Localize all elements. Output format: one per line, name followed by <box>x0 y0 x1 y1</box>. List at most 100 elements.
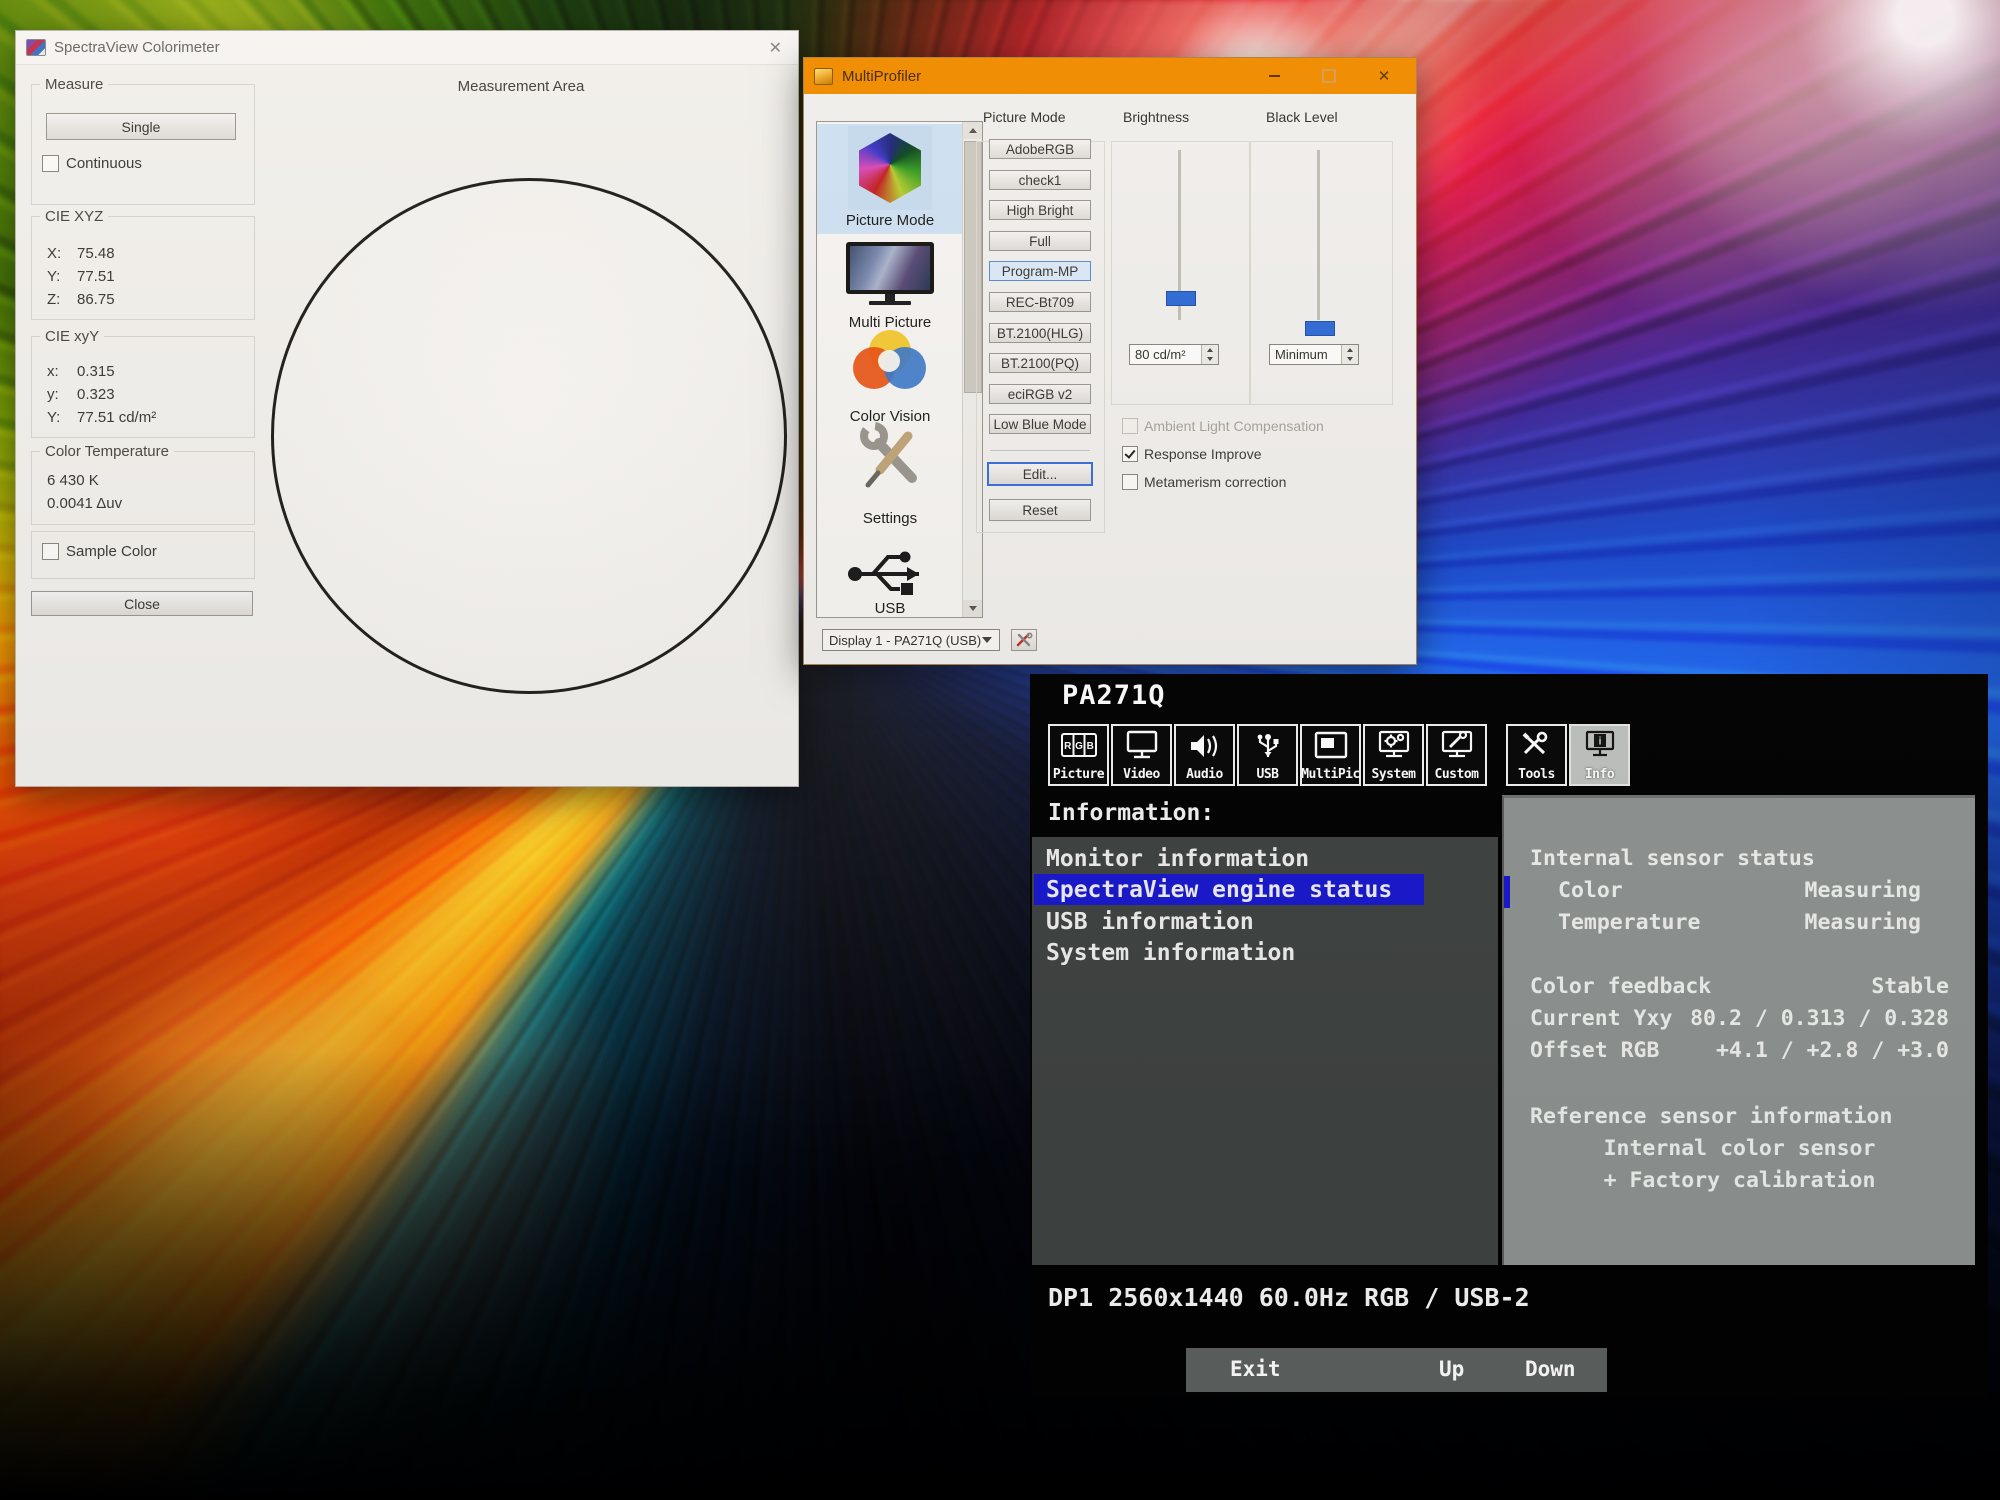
osd-menu-item-usb-info: USB information <box>1046 909 1254 935</box>
spin-up-icon[interactable] <box>1202 345 1218 355</box>
osd-tab-label: Audio <box>1186 767 1223 782</box>
ambient-light-label: Ambient Light Compensation <box>1144 418 1324 434</box>
info-i-glyph: i <box>1598 736 1601 748</box>
black-level-group-box <box>1249 141 1393 405</box>
response-improve-checkbox[interactable] <box>1122 446 1138 462</box>
picture-mode-program-mp-button[interactable]: Program-MP <box>989 261 1091 281</box>
scroll-down-icon[interactable] <box>963 600 982 617</box>
xyz-z-value: 86.75 <box>77 291 115 308</box>
tools-icon <box>1015 632 1033 648</box>
sensor-color-row: Color Measuring <box>1558 878 1949 903</box>
black-level-label: Black Level <box>1266 109 1338 125</box>
ambient-light-checkbox[interactable] <box>1122 418 1138 434</box>
continuous-label: Continuous <box>66 155 142 172</box>
osd-tab-label: Info <box>1585 767 1614 782</box>
brightness-slider-handle[interactable] <box>1166 291 1196 306</box>
offset-rgb-row: Offset RGB +4.1 / +2.8 / +3.0 <box>1530 1038 1949 1063</box>
multiprofiler-sidebar: Picture Mode Multi Picture Color Vision … <box>816 121 983 618</box>
xyy-x-key: x: <box>47 363 77 380</box>
xyy-y-value: 0.323 <box>77 386 115 403</box>
spectraview-colorimeter-window: SpectraView Colorimeter ✕ Measure Single… <box>15 30 799 787</box>
brightness-group-box <box>1111 141 1251 405</box>
spin-up-icon[interactable] <box>1342 345 1358 355</box>
gamut-hexagon-icon <box>848 126 932 210</box>
minimize-button[interactable] <box>1252 58 1296 94</box>
cie-xyz-label: CIE XYZ <box>40 208 108 225</box>
info-monitor-icon: i <box>1580 729 1620 763</box>
picture-mode-check1-button[interactable]: check1 <box>989 170 1091 190</box>
reference-sensor-line2: + Factory calibration <box>1530 1168 1949 1193</box>
offset-rgb-value: +4.1 / +2.8 / +3.0 <box>1716 1038 1949 1063</box>
sidebar-item-label: Multi Picture <box>817 314 963 331</box>
osd-menu-item-monitor-info: Monitor information <box>1046 846 1309 872</box>
xyz-y-key: Y: <box>47 268 77 285</box>
osd-model-title: PA271Q <box>1062 680 1166 711</box>
xyy-x-row: x:0.315 <box>47 363 115 380</box>
metamerism-checkbox[interactable] <box>1122 474 1138 490</box>
wrench-screwdriver-icon <box>848 418 932 500</box>
picture-mode-rec-bt709-button[interactable]: REC-Bt709 <box>989 292 1091 312</box>
black-level-slider-track[interactable] <box>1317 150 1320 320</box>
sample-color-checkbox[interactable] <box>42 543 59 560</box>
close-icon[interactable]: ✕ <box>763 38 788 58</box>
sidebar-item-settings[interactable]: Settings <box>817 418 963 528</box>
scroll-up-icon[interactable] <box>963 122 982 139</box>
spin-down-icon[interactable] <box>1202 355 1218 365</box>
sidebar-item-color-vision[interactable]: Color Vision <box>817 330 963 426</box>
single-measure-button[interactable]: Single <box>46 113 236 140</box>
reset-button[interactable]: Reset <box>989 499 1091 521</box>
sidebar-item-usb[interactable]: USB <box>817 546 963 618</box>
xyy-y-key: y: <box>47 386 77 403</box>
duv-value: 0.0041 Δuv <box>47 495 122 512</box>
metamerism-label: Metamerism correction <box>1144 474 1286 490</box>
picture-mode-bt2100pq-button[interactable]: BT.2100(PQ) <box>989 353 1091 373</box>
brightness-label: Brightness <box>1123 109 1189 125</box>
picture-mode-column-label: Picture Mode <box>983 109 1065 125</box>
window-title: MultiProfiler <box>842 68 921 85</box>
color-temperature-label: Color Temperature <box>40 443 174 460</box>
picture-mode-adobergb-button[interactable]: AdobeRGB <box>989 139 1091 159</box>
offset-rgb-label: Offset RGB <box>1530 1038 1659 1063</box>
black-level-spinbox[interactable]: Minimum <box>1269 344 1359 365</box>
black-level-slider-handle[interactable] <box>1305 321 1335 336</box>
osd-tab-label: Video <box>1123 767 1160 782</box>
sample-color-label: Sample Color <box>66 543 157 560</box>
display-selector-dropdown[interactable]: Display 1 - PA271Q (USB) <box>822 629 1000 651</box>
multiprofiler-window: MultiProfiler ✕ Picture Mode Multi Pictu… <box>803 57 1417 665</box>
chevron-down-icon <box>982 637 992 643</box>
spin-down-icon[interactable] <box>1342 355 1358 365</box>
osd-tab-label: Picture <box>1053 767 1104 782</box>
osd-signal-status: DP1 2560x1440 60.0Hz RGB / USB-2 <box>1048 1283 1530 1312</box>
monitor-desktop-icon <box>846 242 934 305</box>
sidebar-item-picture-mode[interactable]: Picture Mode <box>817 124 963 234</box>
rgb-picture-icon: R G B <box>1059 729 1099 763</box>
maximize-button[interactable] <box>1307 58 1351 94</box>
picture-mode-ecirgb-button[interactable]: eciRGB v2 <box>989 384 1091 404</box>
brightness-value: 80 cd/m² <box>1130 347 1201 362</box>
picture-mode-low-blue-button[interactable]: Low Blue Mode <box>989 414 1091 434</box>
osd-key-exit: Exit <box>1230 1357 1281 1381</box>
xyy-x-value: 0.315 <box>77 363 115 380</box>
kelvin-value: 6 430 K <box>47 472 99 489</box>
picture-mode-full-button[interactable]: Full <box>989 231 1091 251</box>
usb-icon <box>1248 729 1288 763</box>
picture-mode-bt2100hlg-button[interactable]: BT.2100(HLG) <box>989 323 1091 343</box>
maximize-icon <box>1322 69 1336 83</box>
display-settings-button[interactable] <box>1011 629 1037 651</box>
spectraview-titlebar[interactable]: SpectraView Colorimeter ✕ <box>16 31 798 65</box>
close-button[interactable]: ✕ <box>1362 58 1406 94</box>
speaker-icon <box>1185 729 1225 763</box>
osd-tab-info: i Info <box>1569 724 1630 786</box>
edit-button[interactable]: Edit... <box>987 462 1093 486</box>
usb-trident-icon <box>845 546 935 598</box>
xyz-y-row: Y:77.51 <box>47 268 115 285</box>
osd-tab-label: MultiPic <box>1301 767 1360 782</box>
picture-mode-high-bright-button[interactable]: High Bright <box>989 200 1091 220</box>
color-feedback-row: Color feedback Stable <box>1530 974 1949 999</box>
multiprofiler-app-icon <box>814 68 833 85</box>
close-button[interactable]: Close <box>31 591 253 616</box>
divider <box>990 450 1090 451</box>
continuous-checkbox[interactable] <box>42 155 59 172</box>
sidebar-item-multi-picture[interactable]: Multi Picture <box>817 240 963 336</box>
brightness-spinbox[interactable]: 80 cd/m² <box>1129 344 1219 365</box>
